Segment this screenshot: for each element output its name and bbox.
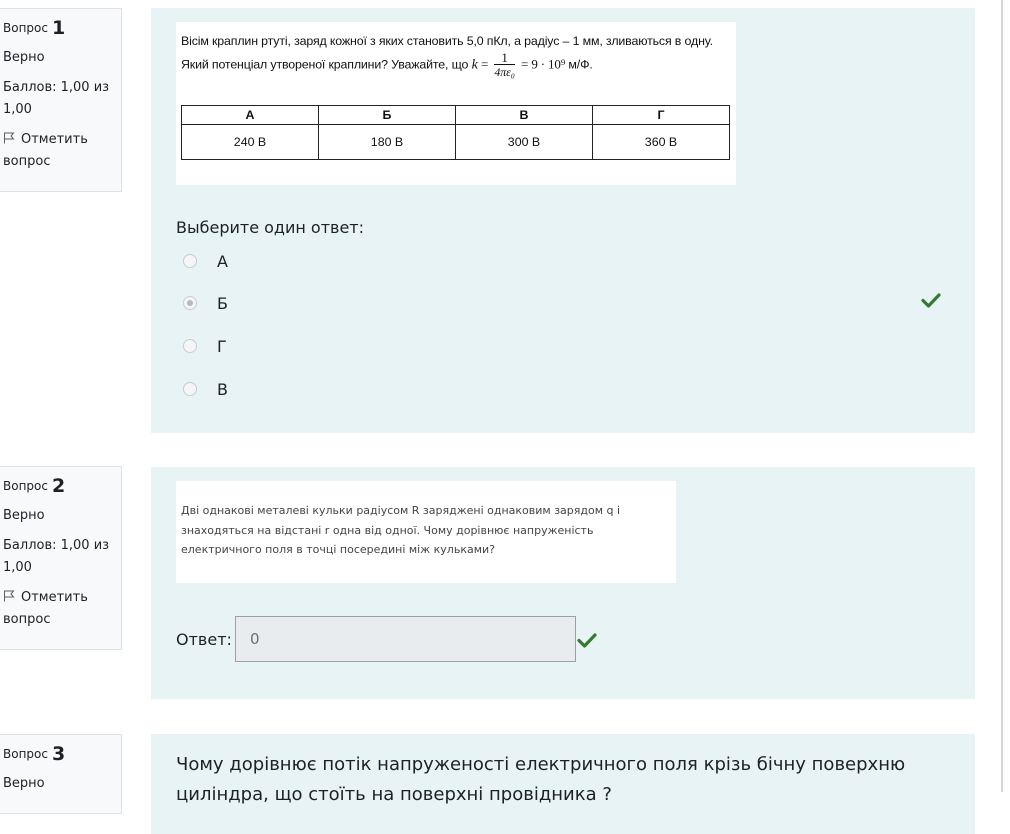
question-number: Вопрос 1	[3, 17, 66, 39]
flag-question-link[interactable]: Отметить вопрос	[3, 129, 115, 173]
flag-icon	[4, 132, 15, 144]
table-header: А	[181, 105, 319, 125]
table-cell: 240 В	[181, 124, 319, 160]
answer-option-a[interactable]: А	[183, 241, 228, 281]
question-2-image: Дві однакові металеві кульки радіусом R …	[176, 481, 676, 583]
question-3-content: Чому дорівнює потік напруженості електри…	[151, 734, 975, 834]
question-number: Вопрос 2	[3, 475, 66, 497]
table-header: Б	[318, 105, 456, 125]
question-state: Верно	[3, 508, 45, 523]
table-cell: 180 В	[318, 124, 456, 160]
table-header: В	[455, 105, 593, 125]
question-2-content: Дві однакові металеві кульки радіусом R …	[151, 467, 975, 699]
check-icon	[921, 293, 941, 308]
radio-button[interactable]	[183, 339, 197, 353]
question-2-info: Вопрос 2 Верно Баллов: 1,00 из 1,00 Отмет…	[0, 466, 122, 650]
page-scrollbar[interactable]	[1001, 0, 1003, 792]
question-2-text: Дві однакові металеві кульки радіусом R …	[181, 504, 621, 556]
answer-option-b[interactable]: Б	[183, 283, 228, 323]
answer-prompt: Выберите один ответ:	[176, 218, 365, 237]
check-icon	[577, 633, 597, 648]
radio-button-selected[interactable]	[183, 296, 197, 310]
question-1-text: Вісім краплин ртуті, заряд кожної з яких…	[181, 34, 713, 79]
question-1-info: Вопрос 1 Верно Баллов: 1,00 из 1,00 Отмет…	[0, 8, 122, 192]
question-grade: Баллов: 1,00 из 1,00	[3, 80, 110, 117]
answer-label: Ответ:	[176, 630, 232, 649]
answer-input[interactable]: 0	[235, 616, 576, 662]
table-cell: 300 В	[455, 124, 593, 160]
radio-button[interactable]	[183, 254, 197, 268]
answer-option-g[interactable]: Г	[183, 326, 227, 366]
flag-icon	[4, 590, 15, 602]
table-header: Г	[592, 105, 730, 125]
question-grade: Баллов: 1,00 из 1,00	[3, 538, 110, 575]
answer-option-v[interactable]: В	[183, 369, 228, 409]
table-cell: 360 В	[592, 124, 730, 160]
question-3-text: Чому дорівнює потік напруженості електри…	[176, 754, 906, 805]
question-number: Вопрос 3	[3, 743, 66, 765]
radio-button[interactable]	[183, 382, 197, 396]
question-1-content: Вісім краплин ртуті, заряд кожної з яких…	[151, 8, 975, 433]
question-3-info: Вопрос 3 Верно	[0, 734, 122, 814]
answer-table: А Б В Г 240 В 180 В 300 В 360 В	[181, 105, 730, 160]
question-1-image: Вісім краплин ртуті, заряд кожної з яких…	[176, 22, 736, 185]
formula-fraction: 1 4πε₀	[494, 50, 515, 79]
question-state: Верно	[3, 50, 45, 65]
flag-question-link[interactable]: Отметить вопрос	[3, 587, 115, 631]
